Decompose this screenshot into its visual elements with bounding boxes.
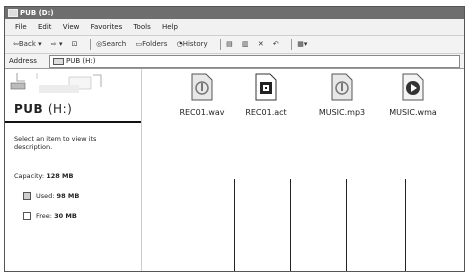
copy-to-button[interactable]: ▥ (242, 36, 249, 53)
file-name: REC01.act (245, 108, 287, 117)
menu-edit[interactable]: Edit (38, 23, 52, 31)
capacity-row: Capacity: 128 MB (14, 172, 73, 180)
menu-favorites[interactable]: Favorites (91, 23, 123, 31)
search-button[interactable]: ◎Search (96, 36, 126, 53)
menu-file[interactable]: File (15, 23, 27, 31)
toolbar-separator (291, 38, 293, 50)
free-swatch (23, 212, 31, 220)
delete-icon: ✕ (257, 40, 264, 48)
file-name: MUSIC.wma (389, 108, 437, 117)
address-label: Address (9, 57, 37, 65)
forward-dropdown-icon: ▾ (58, 40, 63, 48)
toolbar-separator (89, 38, 91, 50)
file-item[interactable]: MUSIC.wma (383, 73, 443, 117)
window-title: PUB (D:) (20, 9, 54, 17)
free-value: 30 MB (54, 212, 77, 220)
file-list: REC01.wav REC01.act MUSIC.mp3 MUSIC.wma (142, 69, 464, 271)
up-folder-button[interactable]: ⊡ (72, 36, 78, 53)
capacity-label: Capacity: (14, 172, 45, 180)
address-value: PUB (H:) (66, 57, 96, 65)
file-item[interactable]: REC01.act (236, 73, 296, 117)
history-label: History (182, 40, 208, 48)
used-swatch (23, 192, 31, 200)
menu-tools[interactable]: Tools (133, 23, 150, 31)
forward-button[interactable]: ⇨ ▾ (51, 36, 63, 53)
pane-title-name: PUB (14, 102, 44, 116)
column-divider (234, 179, 235, 271)
toolbar-separator (219, 38, 221, 50)
back-label: Back (18, 40, 36, 48)
file-name: MUSIC.mp3 (318, 108, 366, 117)
act-file-icon (255, 73, 277, 101)
column-divider (290, 179, 291, 271)
folders-label: Folders (142, 40, 168, 48)
file-item[interactable]: REC01.wav (172, 73, 232, 117)
folders-button[interactable]: ▭Folders (135, 36, 167, 53)
back-button[interactable]: ⇦Back ▾ (13, 36, 42, 53)
file-name: REC01.wav (179, 108, 225, 117)
views-icon: ▦ (297, 40, 304, 48)
capacity-value: 128 MB (46, 172, 74, 180)
used-space-row: Used: 98 MB (23, 192, 79, 200)
move-to-button[interactable]: ▤ (226, 36, 233, 53)
free-space-row: Free: 30 MB (23, 212, 77, 220)
column-divider (346, 179, 347, 271)
delete-button[interactable]: ✕ (258, 36, 264, 53)
toolbar: ⇦Back ▾ ⇨ ▾ ⊡ ◎Search ▭Folders ◔History … (5, 36, 464, 54)
undo-icon: ↶ (272, 40, 279, 48)
used-value: 98 MB (56, 192, 80, 200)
file-item[interactable]: MUSIC.mp3 (312, 73, 372, 117)
undo-button[interactable]: ↶ (273, 36, 279, 53)
title-bar: PUB (D:) (5, 7, 464, 19)
up-folder-icon: ⊡ (71, 40, 78, 48)
drive-icon (53, 57, 64, 65)
search-label: Search (102, 40, 127, 48)
views-dropdown-icon: ▾ (303, 40, 308, 48)
pane-title: PUB (H:) (14, 102, 72, 116)
forward-arrow-icon: ⇨ (50, 40, 57, 48)
mp3-file-icon (331, 73, 353, 101)
views-button[interactable]: ▦▾ (297, 36, 307, 53)
menu-help[interactable]: Help (162, 23, 178, 31)
address-bar: Address PUB (H:) (5, 54, 464, 69)
back-dropdown-icon[interactable]: ▾ (38, 40, 42, 48)
removable-drive-icon (10, 73, 102, 93)
move-to-icon: ▤ (226, 40, 233, 48)
pane-title-drive: (H:) (47, 102, 73, 116)
copy-to-icon: ▥ (241, 40, 249, 48)
address-field[interactable]: PUB (H:) (49, 55, 460, 68)
wma-file-icon (402, 73, 424, 101)
info-pane: PUB (H:) Select an item to view its desc… (5, 69, 142, 271)
wav-file-icon (191, 73, 213, 101)
history-button[interactable]: ◔History (177, 36, 208, 53)
drive-icon (8, 9, 18, 17)
pane-divider (5, 121, 141, 123)
pane-description: Select an item to view its description. (14, 135, 97, 151)
free-label: Free: (36, 212, 52, 220)
explorer-window: PUB (D:) File Edit View Favorites Tools … (4, 6, 465, 272)
column-divider (405, 179, 406, 271)
menu-bar: File Edit View Favorites Tools Help (5, 19, 464, 36)
menu-view[interactable]: View (63, 23, 80, 31)
used-label: Used: (36, 192, 55, 200)
